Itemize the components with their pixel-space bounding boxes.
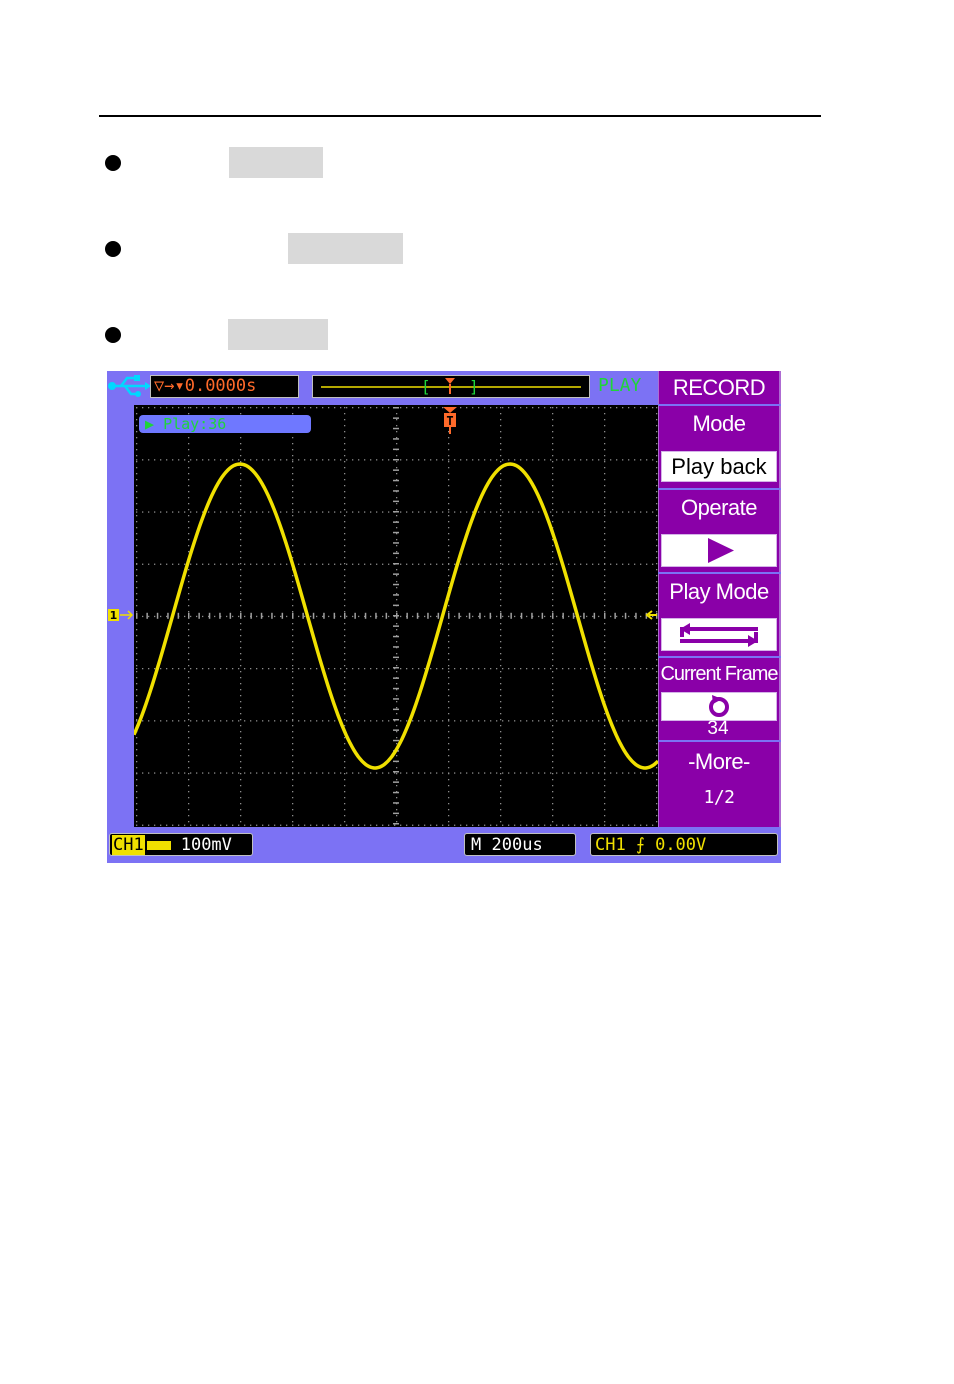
rising-edge-icon: ⨍ [635, 835, 645, 855]
operate-softkey[interactable]: Operate [658, 490, 781, 572]
run-status: PLAY [598, 375, 642, 396]
more-label: -More- [688, 749, 750, 774]
mode-value: Play back [671, 454, 767, 479]
waveform-ch1 [134, 462, 658, 770]
mode-value-box: Play back [661, 451, 777, 482]
svg-text:[: [ [421, 377, 431, 396]
play-icon [708, 538, 734, 563]
trigger-source: CH1 [595, 835, 626, 855]
operate-label: Operate [681, 495, 758, 520]
trigger-marker-label: T [446, 414, 453, 428]
current-frame-label: Current Frame [660, 663, 778, 685]
current-frame-value: 34 [707, 718, 729, 739]
loop-icon-box [661, 618, 777, 651]
play-mode-label: Play Mode [669, 579, 769, 604]
rotate-knob-icon [709, 695, 729, 717]
menu-title-label: RECORD [672, 375, 766, 400]
channel1-marker-icon: 1 [108, 609, 134, 622]
trigger-level: 0.00V [655, 835, 707, 855]
trigger-position-readout: ▽→▾0.0000s [150, 375, 299, 398]
mode-label: Mode [692, 411, 746, 436]
timebase-value: 200us [491, 835, 543, 855]
bullet-3 [105, 327, 121, 343]
timebase-prefix: M [471, 835, 482, 855]
menu-title: RECORD [658, 371, 781, 404]
channel1-scale: 100mV [180, 835, 232, 855]
softkey-menu: RECORD Mode Play back Operate Play Mode [658, 371, 781, 827]
status-bar: CH1 100mV M 200us CH1 ⨍ 0.00V [107, 827, 781, 863]
button-highlight-2 [288, 233, 403, 264]
play-frame-value: Play:36 [163, 415, 227, 433]
memory-position-bar: [ ] [312, 375, 590, 398]
coupling-icon [146, 840, 171, 850]
channel1-marker-label: 1 [110, 609, 118, 622]
loop-icon [680, 623, 758, 647]
more-softkey[interactable]: -More- 1/2 [658, 742, 781, 827]
svg-text:]: ] [469, 377, 479, 396]
play-button-icon-box [661, 534, 777, 567]
rotate-icon-box [661, 692, 777, 721]
play-frame-indicator: ▶ Play:36 [139, 415, 311, 433]
channel1-label: CH1 [112, 835, 145, 855]
trigger-arrow-icon: ▽→▾ [154, 376, 185, 396]
play-mode-softkey[interactable]: Play Mode [658, 574, 781, 656]
oscilloscope-screen: ▽→▾0.0000s [ ] PLAY T ▶ Play:36 1 RECORD… [107, 371, 781, 863]
waveform-display: T ▶ Play:36 [134, 405, 658, 827]
menu-page-indicator: 1/2 [703, 787, 735, 808]
current-frame-softkey[interactable]: Current Frame 34 [658, 658, 781, 740]
top-rule [99, 115, 821, 117]
trigger-level-icon [645, 610, 657, 620]
channel1-scale-readout: CH1 100mV [109, 833, 253, 856]
trigger-position-icon: T [443, 407, 457, 434]
button-highlight-3 [228, 319, 328, 350]
trigger-position-value: 0.0000s [184, 376, 257, 396]
usb-icon [108, 375, 151, 397]
play-icon: ▶ [145, 415, 164, 433]
bullet-2 [105, 241, 121, 257]
bullet-1 [105, 155, 121, 171]
trigger-readout: CH1 ⨍ 0.00V [590, 833, 778, 856]
timebase-readout: M 200us [464, 833, 576, 856]
mode-softkey[interactable]: Mode Play back [658, 406, 781, 488]
button-highlight-1 [229, 147, 323, 178]
